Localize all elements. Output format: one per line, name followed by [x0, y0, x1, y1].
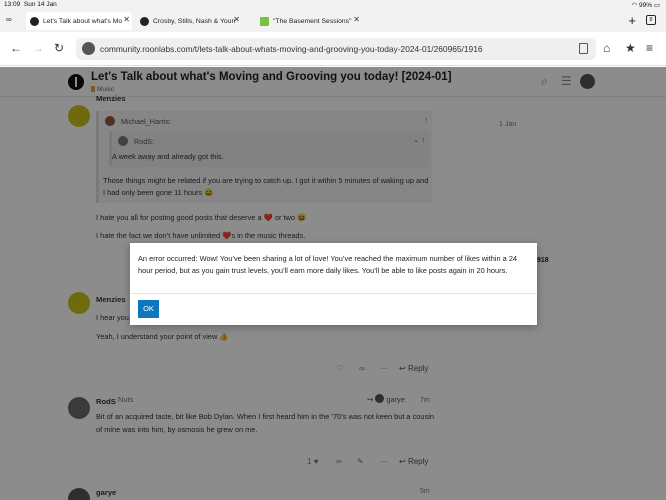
home-icon[interactable]: ⌂ — [603, 41, 610, 55]
close-tab-icon[interactable]: ✕ — [123, 15, 130, 24]
url-text[interactable]: community.roonlabs.com/t/lets-talk-about… — [100, 44, 483, 54]
battery-icon: ▭ — [653, 2, 660, 9]
error-message: An error occurred: Wow! You’ve been shar… — [138, 254, 518, 275]
ok-button[interactable]: OK — [138, 300, 159, 318]
reload-icon[interactable]: ↻ — [54, 41, 64, 55]
tab-basement[interactable]: "The Basement Sessions" ✕ — [256, 12, 362, 30]
forward-arrow-icon[interactable]: → — [32, 41, 44, 55]
tab-crosby[interactable]: Crosby, Stills, Nash & Youn ✕ — [136, 12, 242, 30]
tab-count-button[interactable]: 8 — [646, 15, 656, 25]
address-bar[interactable]: community.roonlabs.com/t/lets-talk-about… — [76, 38, 596, 60]
dialog-divider — [130, 293, 537, 294]
private-mask-icon: ∞ — [6, 15, 12, 24]
menu-icon[interactable]: ≡ — [646, 41, 653, 55]
tab-lets-talk[interactable]: Let's Talk about what's Mo ✕ — [26, 12, 132, 30]
status-date: Sun 14 Jan — [23, 1, 57, 8]
close-tab-icon[interactable]: ✕ — [233, 15, 240, 24]
site-shield-icon — [82, 42, 95, 55]
tab-bar: ∞ Let's Talk about what's Mo ✕ Crosby, S… — [0, 10, 666, 32]
back-arrow-icon[interactable]: ← — [10, 41, 22, 55]
status-time: 13:09 — [4, 1, 21, 8]
battery-level: 99% — [639, 2, 653, 9]
site-favicon-icon — [260, 16, 269, 26]
tab-label: Let's Talk about what's Mo — [43, 17, 123, 25]
bookmark-star-icon[interactable]: ★ — [625, 41, 636, 55]
new-tab-button[interactable]: + — [628, 13, 636, 28]
wifi-icon: ◠ — [631, 2, 638, 9]
tab-label: Crosby, Stills, Nash & Youn — [153, 17, 236, 25]
close-tab-icon[interactable]: ✕ — [353, 15, 360, 24]
roon-favicon-icon — [30, 16, 39, 26]
error-dialog: An error occurred: Wow! You’ve been shar… — [130, 243, 537, 325]
reader-mode-icon[interactable] — [579, 43, 588, 54]
tab-label: "The Basement Sessions" — [273, 17, 352, 25]
discogs-favicon-icon — [140, 16, 149, 26]
status-bar: 13:09 Sun 14 Jan ◠ 99% ▭ — [0, 0, 666, 10]
browser-toolbar: ← → ↻ community.roonlabs.com/t/lets-talk… — [0, 32, 666, 66]
